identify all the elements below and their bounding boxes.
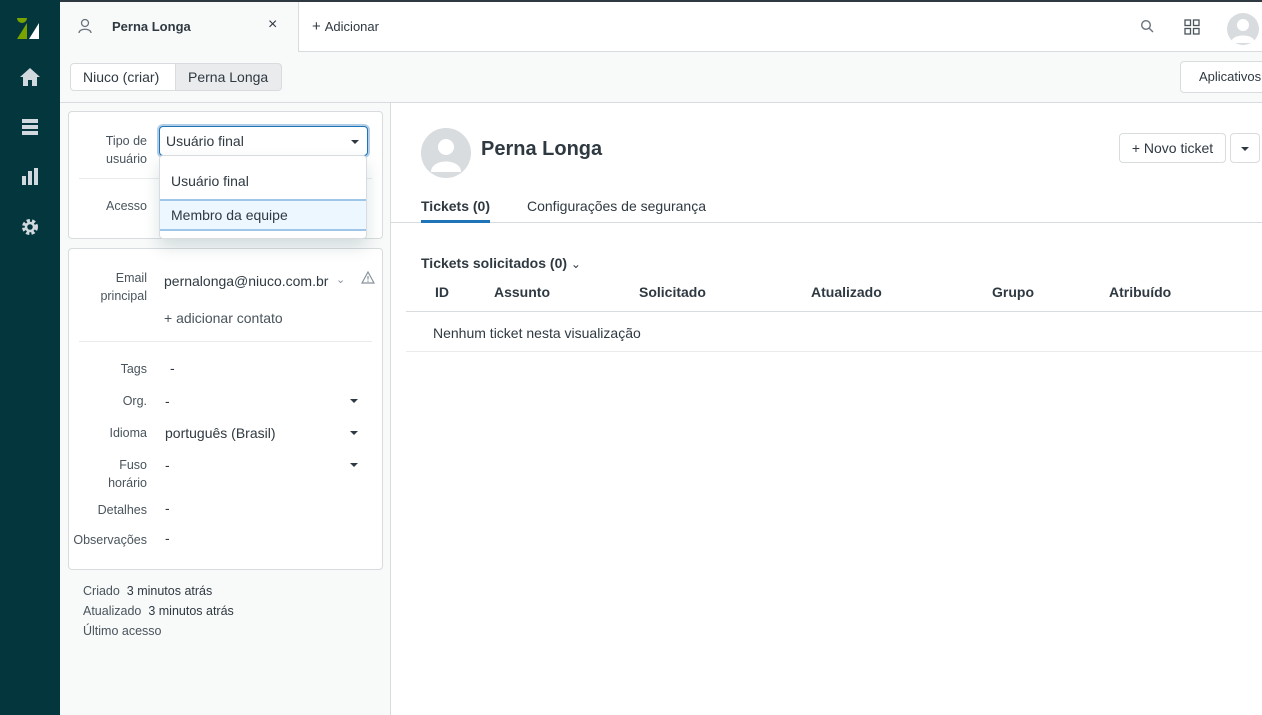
notes-label: Observações: [73, 533, 147, 547]
user-type-select[interactable]: Usuário final: [159, 126, 368, 156]
new-ticket-menu-button[interactable]: [1230, 133, 1260, 163]
page-title: Perna Longa: [481, 138, 603, 160]
timezone-label: Fuso horário: [108, 458, 147, 490]
add-tab-label: Adicionar: [324, 19, 379, 34]
home-icon[interactable]: [18, 65, 42, 89]
plus-icon: +: [312, 18, 321, 35]
last-access-meta: Último acesso: [83, 624, 162, 638]
notes-value[interactable]: -: [165, 530, 170, 546]
tab-tickets[interactable]: Tickets (0): [421, 198, 490, 223]
column-header-assignee[interactable]: Atribuído: [1109, 284, 1171, 300]
reporting-icon[interactable]: [18, 165, 42, 189]
breadcrumb-org[interactable]: Niuco (criar): [70, 63, 176, 91]
column-header-group[interactable]: Grupo: [992, 284, 1034, 300]
org-label: Org.: [122, 394, 147, 408]
tab-label: Perna Longa: [112, 19, 191, 34]
breadcrumb: Niuco (criar) Perna Longa Aplicativos: [60, 52, 1262, 103]
tags-value[interactable]: -: [170, 360, 175, 376]
details-value[interactable]: -: [165, 500, 170, 516]
close-tab-icon[interactable]: ×: [268, 16, 277, 34]
zendesk-logo[interactable]: [17, 17, 43, 39]
chevron-down-icon: [1241, 147, 1249, 151]
user-type-value: Usuário final: [166, 133, 244, 149]
chevron-down-icon: [350, 463, 358, 467]
column-header-updated[interactable]: Atualizado: [811, 284, 882, 300]
profile-avatar[interactable]: [1227, 13, 1259, 45]
requested-tickets-toggle[interactable]: Tickets solicitados (0) ⌄: [421, 255, 581, 271]
tab-security-settings[interactable]: Configurações de segurança: [527, 198, 706, 222]
user-type-label: Tipo de usuário: [105, 134, 147, 166]
language-label: Idioma: [109, 426, 147, 440]
divider: [79, 341, 372, 342]
access-label: Acesso: [106, 199, 147, 213]
empty-state-message: Nenhum ticket nesta visualização: [433, 325, 641, 341]
user-icon: [78, 18, 92, 39]
breadcrumb-user[interactable]: Perna Longa: [175, 63, 282, 91]
column-header-subject[interactable]: Assunto: [494, 284, 550, 300]
column-header-id[interactable]: ID: [435, 284, 449, 300]
org-select[interactable]: -: [165, 393, 365, 413]
chevron-down-icon: [350, 431, 358, 435]
updated-meta: Atualizado 3 minutos atrás: [83, 604, 234, 618]
divider: [406, 351, 1262, 352]
divider: [406, 311, 1262, 312]
chevron-down-icon: ⌄: [570, 257, 581, 271]
option-team-member[interactable]: Membro da equipe: [160, 199, 366, 231]
tab-perna-longa[interactable]: Perna Longa ×: [60, 2, 299, 52]
contact-card: Email principal pernalonga@niuco.com.br …: [68, 248, 383, 570]
option-end-user[interactable]: Usuário final: [160, 165, 366, 197]
user-tabs: Tickets (0) Configurações de segurança: [391, 198, 1262, 223]
apps-button[interactable]: Aplicativos: [1180, 61, 1262, 93]
email-value[interactable]: pernalonga@niuco.com.br: [164, 273, 342, 289]
column-header-requested[interactable]: Solicitado: [639, 284, 706, 300]
chevron-down-icon: [351, 140, 359, 144]
top-bar: Perna Longa × + Adicionar: [60, 0, 1262, 52]
tags-label: Tags: [120, 362, 147, 376]
warning-icon: [360, 270, 376, 289]
add-contact-link[interactable]: + adicionar contato: [164, 310, 283, 326]
timezone-select[interactable]: -: [165, 457, 365, 477]
search-icon[interactable]: [1140, 19, 1154, 38]
user-avatar: [421, 128, 471, 178]
add-tab-button[interactable]: + Adicionar: [312, 18, 379, 35]
user-type-dropdown: Usuário final Membro da equipe: [159, 155, 367, 239]
details-label: Detalhes: [97, 503, 147, 517]
views-icon[interactable]: [18, 115, 42, 139]
new-ticket-button[interactable]: + Novo ticket: [1119, 133, 1226, 163]
product-tray-icon[interactable]: [1184, 19, 1200, 40]
chevron-down-icon: [350, 399, 358, 403]
language-select[interactable]: português (Brasil): [165, 425, 365, 441]
chevron-down-icon[interactable]: ⌄: [336, 273, 345, 286]
user-main: Perna Longa + Novo ticket Tickets (0) Co…: [391, 103, 1262, 715]
email-label: Email principal: [100, 271, 147, 303]
nav-rail: [0, 0, 60, 715]
created-meta: Criado 3 minutos atrás: [83, 584, 213, 598]
admin-gear-icon[interactable]: [18, 215, 42, 239]
